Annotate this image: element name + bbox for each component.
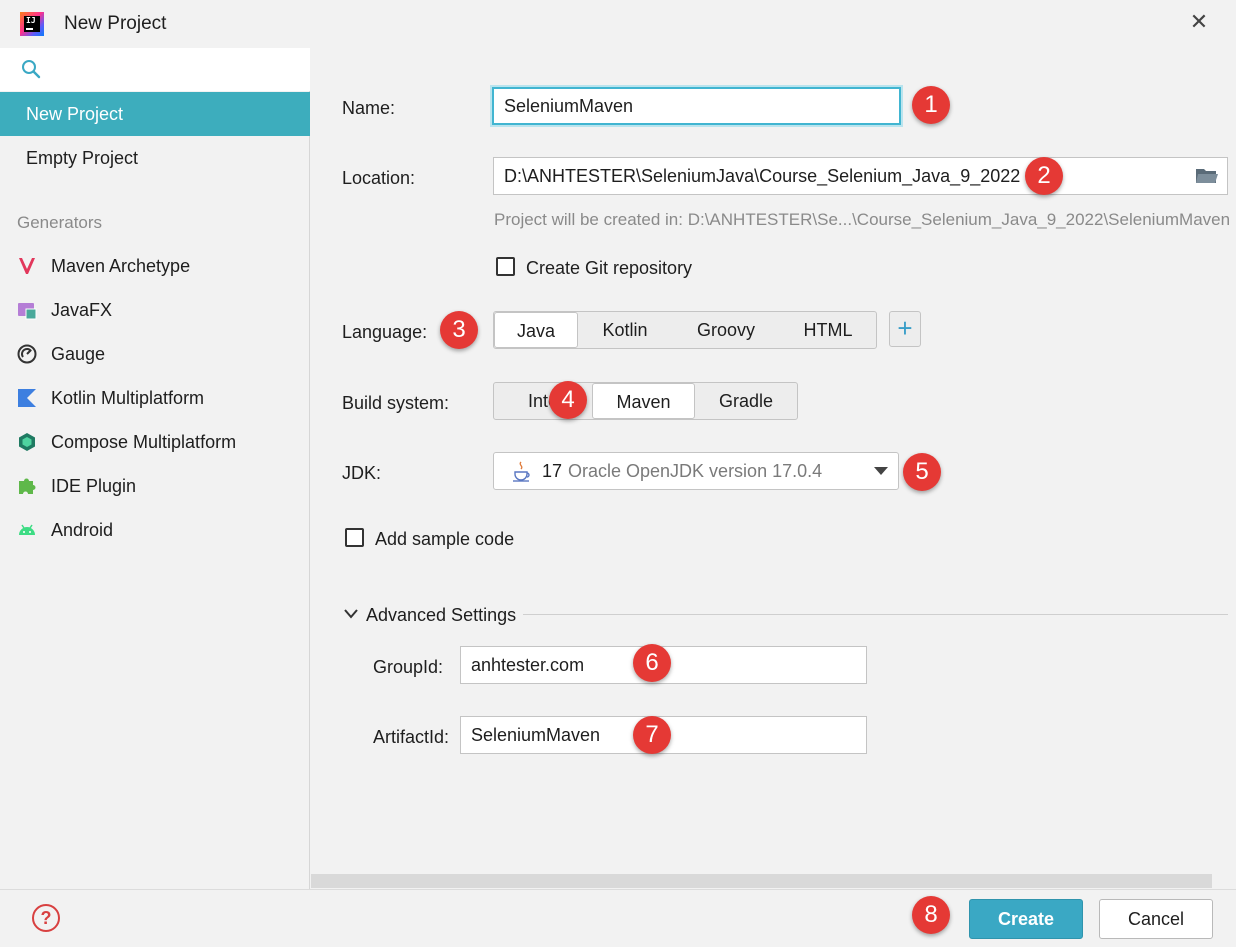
help-icon[interactable]: ? xyxy=(32,904,60,932)
sidebar: New Project Empty Project Generators Mav… xyxy=(0,48,310,889)
jdk-label: JDK: xyxy=(342,463,382,483)
gauge-icon xyxy=(17,344,37,364)
new-project-form: Name: SeleniumMaven 1 Location: D:\ANHTE… xyxy=(311,48,1236,889)
sidebar-item-gauge[interactable]: Gauge xyxy=(0,332,310,376)
add-language-button[interactable]: + xyxy=(889,311,921,347)
name-label: Name: xyxy=(342,98,396,118)
sidebar-item-label: Compose Multiplatform xyxy=(51,432,237,452)
chevron-down-icon[interactable] xyxy=(344,609,358,619)
sidebar-item-label: IDE Plugin xyxy=(51,476,137,496)
location-value: D:\ANHTESTER\SeleniumJava\Course_Seleniu… xyxy=(504,166,1021,186)
app-icon-text: IJ xyxy=(26,16,36,25)
annotation-badge-3: 3 xyxy=(440,311,478,349)
sidebar-item-javafx[interactable]: JavaFX xyxy=(0,288,310,332)
language-option-html[interactable]: HTML xyxy=(780,312,876,348)
window-title: New Project xyxy=(64,13,167,34)
search-box[interactable] xyxy=(0,48,310,91)
close-icon[interactable]: ✕ xyxy=(1186,10,1212,36)
folder-icon[interactable] xyxy=(1195,167,1219,185)
sample-code-label: Add sample code xyxy=(375,529,515,549)
annotation-badge-8: 8 xyxy=(912,896,950,934)
cancel-button[interactable]: Cancel xyxy=(1099,899,1213,939)
sidebar-item-label: Kotlin Multiplatform xyxy=(51,388,205,408)
advanced-settings-toggle[interactable]: Advanced Settings xyxy=(366,605,516,626)
java-cup-icon xyxy=(513,461,530,482)
sidebar-item-android[interactable]: Android xyxy=(0,508,310,552)
git-checkbox[interactable] xyxy=(496,257,515,276)
maven-icon xyxy=(19,258,35,274)
sidebar-item-label: Maven Archetype xyxy=(51,256,191,276)
sidebar-item-compose-multiplatform[interactable]: Compose Multiplatform xyxy=(0,420,310,464)
create-button[interactable]: Create xyxy=(969,899,1083,939)
jdk-dropdown[interactable]: 17 Oracle OpenJDK version 17.0.4 xyxy=(493,452,899,490)
sidebar-item-new-project[interactable]: New Project xyxy=(0,92,310,136)
build-option-gradle[interactable]: Gradle xyxy=(695,383,797,419)
javafx-icon xyxy=(18,303,37,320)
build-system-label: Build system: xyxy=(342,393,450,413)
sidebar-item-label: JavaFX xyxy=(51,300,113,320)
build-option-maven[interactable]: Maven xyxy=(592,383,695,419)
android-icon xyxy=(19,524,35,535)
groupid-label: GroupId: xyxy=(373,657,444,677)
location-input[interactable]: D:\ANHTESTER\SeleniumJava\Course_Seleniu… xyxy=(493,157,1228,195)
kotlin-icon xyxy=(18,389,36,407)
intellij-app-icon: IJ xyxy=(20,12,44,36)
dialog-footer: ? 8 Create Cancel xyxy=(0,889,1236,947)
compose-icon xyxy=(19,433,35,451)
location-label: Location: xyxy=(342,168,416,188)
annotation-badge-6: 6 xyxy=(633,644,671,682)
language-label: Language: xyxy=(342,322,428,342)
sample-code-checkbox[interactable] xyxy=(345,528,364,547)
advanced-settings-divider xyxy=(523,614,1228,615)
location-hint: Project will be created in: D:\ANHTESTER… xyxy=(494,210,1231,229)
artifactid-label: ArtifactId: xyxy=(373,727,450,747)
language-segmented-control: Java Kotlin Groovy HTML xyxy=(493,311,877,349)
annotation-badge-7: 7 xyxy=(633,716,671,754)
sidebar-item-maven-archetype[interactable]: Maven Archetype xyxy=(0,244,310,288)
language-option-kotlin[interactable]: Kotlin xyxy=(578,312,672,348)
annotation-badge-5: 5 xyxy=(903,453,941,491)
git-label: Create Git repository xyxy=(526,258,693,278)
build-system-segmented-control: Inte Maven Gradle xyxy=(493,382,798,420)
horizontal-scrollbar[interactable] xyxy=(311,874,1212,888)
title-bar: IJ New Project ✕ xyxy=(0,0,1236,48)
search-icon xyxy=(22,60,41,79)
annotation-badge-4: 4 xyxy=(549,381,587,419)
generators-header: Generators xyxy=(17,213,103,232)
jdk-version: 17 xyxy=(542,461,563,481)
sidebar-item-kotlin-multiplatform[interactable]: Kotlin Multiplatform xyxy=(0,376,310,420)
name-input[interactable]: SeleniumMaven xyxy=(492,87,901,125)
jdk-name: Oracle OpenJDK version 17.0.4 xyxy=(568,461,823,481)
language-option-groovy[interactable]: Groovy xyxy=(672,312,780,348)
sidebar-item-label: Gauge xyxy=(51,344,106,364)
chevron-down-icon xyxy=(874,467,888,475)
sidebar-item-label: Android xyxy=(51,520,114,540)
plugin-icon xyxy=(19,478,36,494)
annotation-badge-2: 2 xyxy=(1025,157,1063,195)
language-option-java[interactable]: Java xyxy=(494,312,578,348)
sidebar-item-ide-plugin[interactable]: IDE Plugin xyxy=(0,464,310,508)
annotation-badge-1: 1 xyxy=(912,86,950,124)
sidebar-item-empty-project[interactable]: Empty Project xyxy=(0,136,310,180)
